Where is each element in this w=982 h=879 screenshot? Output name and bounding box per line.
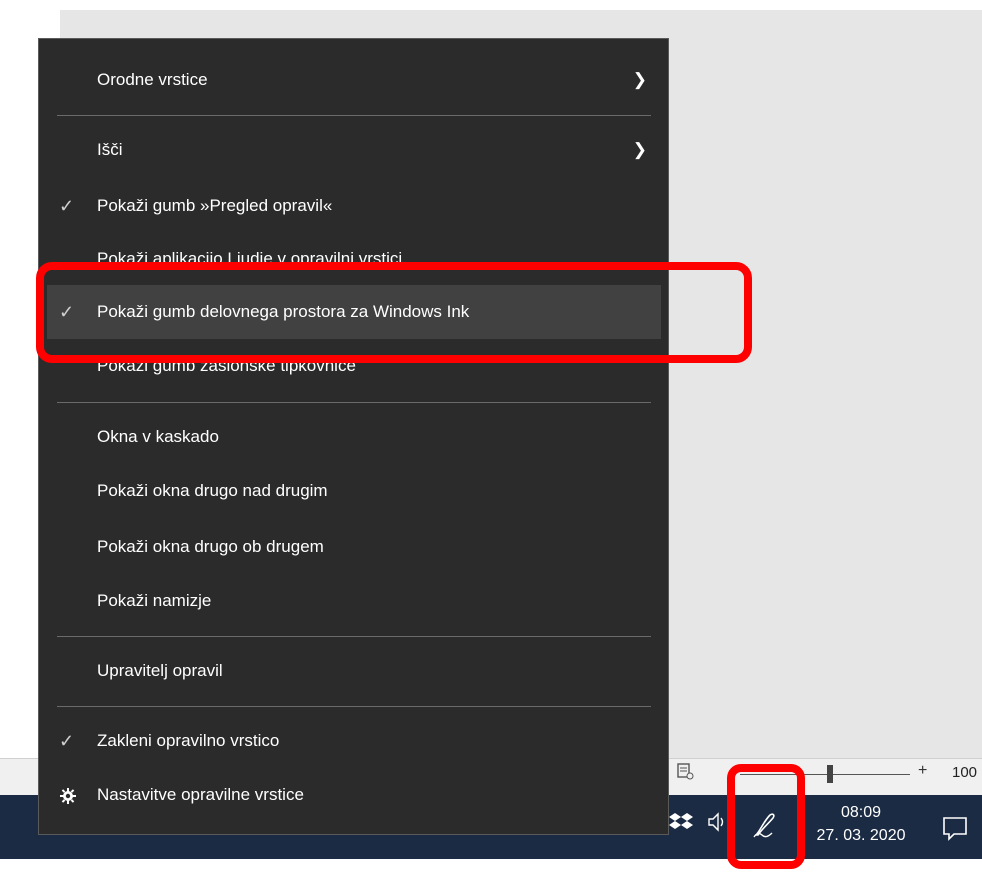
menu-item-cascade-windows[interactable]: Okna v kaskado: [47, 410, 661, 464]
chevron-right-icon: ❯: [632, 140, 647, 159]
gear-icon: [59, 768, 79, 822]
checkmark-icon: ✓: [59, 302, 75, 322]
view-icon[interactable]: [676, 762, 694, 780]
menu-item-taskbar-settings[interactable]: Nastavitve opravilne vrstice: [47, 768, 661, 822]
menu-item-side-by-side-windows[interactable]: Pokaži okna drugo ob drugem: [47, 520, 661, 574]
menu-item-label: Zakleni opravilno vrstico: [97, 731, 280, 750]
menu-item-label: Pokaži gumb delovnega prostora za Window…: [97, 302, 470, 321]
taskbar-clock[interactable]: 08:09 27. 03. 2020: [806, 803, 916, 849]
menu-item-stack-windows[interactable]: Pokaži okna drugo nad drugim: [47, 464, 661, 518]
checkmark-icon: ✓: [59, 196, 75, 216]
menu-item-label: Pokaži namizje: [97, 591, 212, 610]
chevron-right-icon: ❯: [632, 70, 647, 89]
volume-icon[interactable]: [706, 809, 728, 835]
action-center-icon[interactable]: [940, 813, 970, 843]
menu-item-show-people[interactable]: Pokaži aplikacijo Ljudje v opravilni vrs…: [47, 232, 661, 286]
menu-item-label: Pokaži aplikacijo Ljudje v opravilni vrs…: [97, 249, 403, 268]
menu-separator: [57, 115, 651, 116]
zoom-slider-thumb[interactable]: [827, 765, 833, 783]
checkmark-icon: ✓: [59, 731, 75, 751]
clock-date: 27. 03. 2020: [816, 827, 906, 844]
menu-item-label: Pokaži okna drugo ob drugem: [97, 537, 324, 556]
menu-item-label: Pokaži gumb »Pregled opravil«: [97, 196, 333, 215]
menu-item-label: Nastavitve opravilne vrstice: [97, 785, 304, 804]
taskbar-context-menu: Orodne vrstice ❯ Išči ❯ ✓ Pokaži gumb »P…: [38, 38, 669, 835]
menu-separator: [57, 402, 651, 403]
dropbox-icon[interactable]: [668, 809, 694, 835]
menu-item-show-desktop[interactable]: Pokaži namizje: [47, 574, 661, 628]
menu-item-label: Išči: [97, 140, 123, 159]
menu-item-task-manager[interactable]: Upravitelj opravil: [47, 644, 661, 698]
clock-time: 08:09: [840, 804, 882, 821]
zoom-slider-track[interactable]: [740, 774, 910, 775]
menu-separator: [57, 636, 651, 637]
menu-item-label: Pokaži okna drugo nad drugim: [97, 481, 328, 500]
menu-item-label: Orodne vrstice: [97, 70, 208, 89]
menu-item-label: Okna v kaskado: [97, 427, 219, 446]
menu-item-label: Upravitelj opravil: [97, 661, 223, 680]
windows-ink-pen-icon[interactable]: [750, 809, 780, 843]
zoom-in-button[interactable]: +: [918, 762, 927, 780]
menu-item-show-windows-ink[interactable]: ✓ Pokaži gumb delovnega prostora za Wind…: [47, 285, 661, 339]
menu-item-toolbars[interactable]: Orodne vrstice ❯: [47, 53, 661, 107]
zoom-level: 100: [952, 764, 978, 781]
menu-item-lock-taskbar[interactable]: ✓ Zakleni opravilno vrstico: [47, 714, 661, 768]
menu-item-show-touch-keyboard[interactable]: Pokaži gumb zaslonske tipkovnice: [47, 339, 661, 393]
menu-item-search[interactable]: Išči ❯: [47, 123, 661, 177]
menu-item-show-task-view[interactable]: ✓ Pokaži gumb »Pregled opravil«: [47, 179, 661, 233]
menu-separator: [57, 706, 651, 707]
menu-item-label: Pokaži gumb zaslonske tipkovnice: [97, 356, 356, 375]
